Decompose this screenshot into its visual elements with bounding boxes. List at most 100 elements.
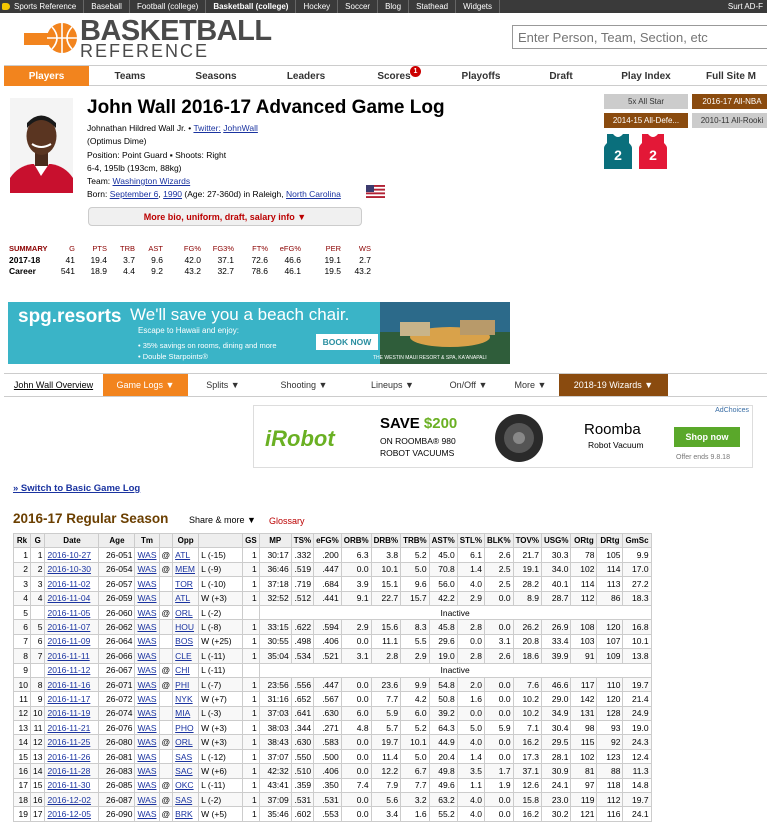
roomba-ad[interactable]: AdChoices iRobot SAVE $200 ON ROOMBA® 98… (253, 405, 753, 468)
table-header-cell[interactable]: ORB% (340, 532, 372, 549)
table-header-cell[interactable]: Opp (172, 532, 200, 549)
subnav-on-off[interactable]: On/Off ▼ (435, 374, 502, 396)
table-header-cell[interactable]: MP (258, 532, 292, 549)
team-link[interactable]: WAS (137, 608, 156, 618)
team-link[interactable]: WAS (137, 550, 156, 560)
team-link[interactable]: WAS (137, 737, 156, 747)
table-header-cell[interactable]: BLK% (484, 532, 514, 549)
game-date-link[interactable]: 2016-11-25 (47, 737, 90, 747)
team-link[interactable]: WAS (137, 665, 156, 675)
team-link[interactable]: Washington Wizards (113, 176, 191, 186)
table-header-cell[interactable]: TS% (290, 532, 315, 549)
award-all-defense[interactable]: 2014-15 All-Defe... (604, 113, 688, 128)
table-header-cell[interactable]: ORtg (570, 532, 598, 549)
table-header-cell[interactable]: STL% (456, 532, 486, 549)
table-header-cell[interactable] (198, 532, 244, 549)
team-link[interactable]: WAS (137, 766, 156, 776)
team-link[interactable]: WAS (137, 593, 156, 603)
award-all-rookie[interactable]: 2010-11 All-Rooki (692, 113, 767, 128)
opponent-link[interactable]: NYK (175, 694, 192, 704)
team-link[interactable]: WAS (137, 694, 156, 704)
opponent-link[interactable]: PHI (175, 680, 189, 690)
nav-draft[interactable]: Draft (525, 66, 597, 86)
team-link[interactable]: WAS (137, 622, 156, 632)
table-header-cell[interactable]: GmSc (622, 532, 652, 549)
table-header-cell[interactable]: DRtg (596, 532, 624, 549)
opponent-link[interactable]: BOS (175, 636, 193, 646)
subnav-splits[interactable]: Splits ▼ (188, 374, 258, 396)
team-link[interactable]: WAS (137, 795, 156, 805)
opponent-link[interactable]: MEM (175, 564, 195, 574)
subnav-more[interactable]: More ▼ (502, 374, 559, 396)
game-date-link[interactable]: 2016-10-27 (47, 550, 90, 560)
topbar-link-stathead[interactable]: Stathead (409, 0, 457, 13)
team-link[interactable]: WAS (137, 579, 156, 589)
search-input[interactable] (512, 25, 767, 49)
game-date-link[interactable]: 2016-11-07 (47, 622, 90, 632)
more-bio-button[interactable]: More bio, uniform, draft, salary info ▼ (88, 207, 362, 226)
game-date-link[interactable]: 2016-11-11 (47, 651, 89, 661)
topbar-link-blog[interactable]: Blog (378, 0, 410, 13)
spg-resorts-ad[interactable]: spg.resorts We'll save you a beach chair… (8, 302, 510, 364)
game-date-link[interactable]: 2016-11-21 (47, 723, 90, 733)
topbar-link-sports-reference[interactable]: Sports Reference (0, 0, 85, 13)
game-date-link[interactable]: 2016-11-04 (47, 593, 90, 603)
opponent-link[interactable]: BRK (175, 809, 192, 819)
subnav-game-logs[interactable]: Game Logs ▼ (103, 374, 188, 396)
born-year-link[interactable]: 1990 (163, 189, 182, 199)
table-header-cell[interactable]: DRB% (370, 532, 402, 549)
table-header-cell[interactable]: TRB% (400, 532, 430, 549)
subnav-lineups[interactable]: Lineups ▼ (350, 374, 435, 396)
share-more-menu[interactable]: Share & more ▼ (189, 515, 256, 525)
opponent-link[interactable]: SAC (175, 766, 192, 776)
team-link[interactable]: WAS (137, 680, 156, 690)
team-link[interactable]: WAS (137, 780, 156, 790)
opponent-link[interactable]: SAS (175, 752, 192, 762)
topbar-link-soccer[interactable]: Soccer (338, 0, 379, 13)
opponent-link[interactable]: ATL (175, 593, 190, 603)
game-date-link[interactable]: 2016-11-16 (47, 680, 90, 690)
table-header-cell[interactable]: USG% (540, 532, 572, 549)
game-date-link[interactable]: 2016-11-30 (47, 780, 90, 790)
table-header-cell[interactable]: Age (98, 532, 136, 549)
jersey-red-icon[interactable]: 2 (639, 134, 667, 169)
team-link[interactable]: WAS (137, 723, 156, 733)
award-all-star[interactable]: 5x All Star (604, 94, 688, 109)
opponent-link[interactable]: MIA (175, 708, 190, 718)
game-date-link[interactable]: 2016-11-28 (47, 766, 90, 776)
switch-basic-game-log-link[interactable]: » Switch to Basic Game Log (13, 483, 140, 494)
table-header-cell[interactable] (158, 532, 174, 549)
opponent-link[interactable]: TOR (175, 579, 193, 589)
subnav-shooting[interactable]: Shooting ▼ (258, 374, 350, 396)
glossary-link[interactable]: Glossary (269, 516, 305, 526)
born-state-link[interactable]: North Carolina (286, 189, 341, 199)
adchoices-link[interactable]: AdChoices (715, 407, 749, 414)
award-all-nba[interactable]: 2016-17 All-NBA (692, 94, 767, 109)
game-date-link[interactable]: 2016-11-09 (47, 636, 90, 646)
table-header-cell[interactable]: G (29, 532, 46, 549)
nav-full-site-menu[interactable]: Full Site M (695, 66, 767, 86)
team-link[interactable]: WAS (137, 564, 156, 574)
opponent-link[interactable]: SAS (175, 795, 192, 805)
opponent-link[interactable]: HOU (175, 622, 194, 632)
shop-now-button[interactable]: Shop now (674, 427, 740, 447)
nav-playoffs[interactable]: Playoffs (437, 66, 525, 86)
table-header-cell[interactable]: GS (242, 532, 260, 549)
opponent-link[interactable]: ATL (175, 550, 190, 560)
opponent-link[interactable]: CHI (175, 665, 190, 675)
nav-seasons[interactable]: Seasons (171, 66, 261, 86)
team-link[interactable]: WAS (137, 752, 156, 762)
opponent-link[interactable]: PHO (175, 723, 193, 733)
table-header-cell[interactable]: Tm (134, 532, 160, 549)
site-logo[interactable]: BASKETBALL REFERENCE (22, 17, 277, 61)
nav-play-index[interactable]: Play Index (597, 66, 695, 86)
born-date-link[interactable]: September 6 (110, 189, 159, 199)
game-date-link[interactable]: 2016-12-05 (47, 809, 90, 819)
topbar-link-basketball-college[interactable]: Basketball (college) (206, 0, 297, 13)
nav-teams[interactable]: Teams (89, 66, 171, 86)
topbar-link-hockey[interactable]: Hockey (296, 0, 339, 13)
spg-book-now-button[interactable]: BOOK NOW (316, 334, 378, 350)
team-link[interactable]: WAS (137, 636, 156, 646)
nav-leaders[interactable]: Leaders (261, 66, 351, 86)
game-date-link[interactable]: 2016-11-17 (47, 694, 90, 704)
